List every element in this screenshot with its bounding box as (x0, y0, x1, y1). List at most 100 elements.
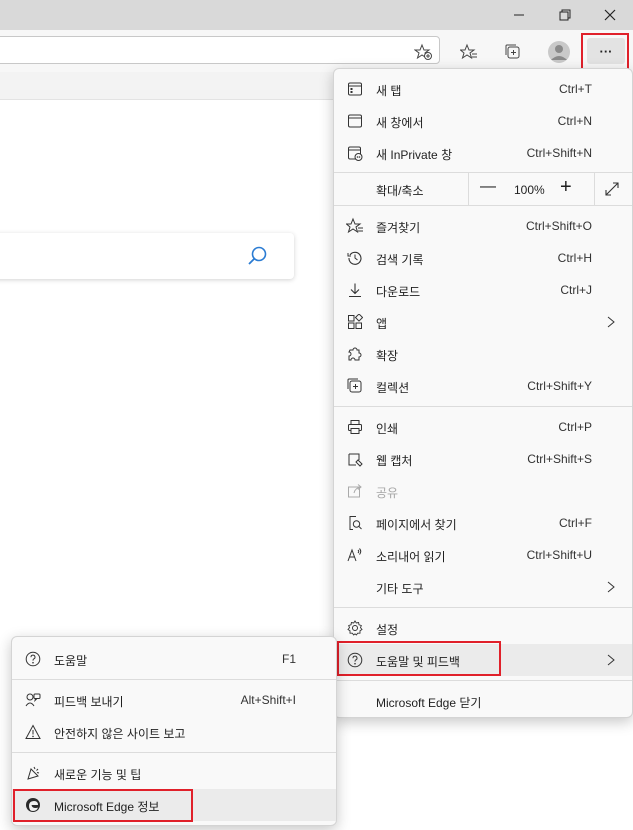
page-search-box[interactable] (0, 233, 294, 279)
menu-label: 인쇄 (376, 422, 399, 436)
shortcut: Ctrl+Shift+Y (527, 379, 592, 393)
help-icon (25, 651, 41, 667)
menu-label: 페이지에서 찾기 (376, 518, 457, 532)
menu-separator (334, 406, 632, 407)
menu-label: 새 창에서 (376, 116, 424, 130)
menu-item-help-feedback[interactable]: 도움말 및 피드백 (334, 644, 632, 676)
menu-item-collections[interactable]: 컬렉션 Ctrl+Shift+Y (334, 370, 632, 402)
shortcut: Ctrl+F (559, 516, 592, 530)
menu-item-share[interactable]: 공유 (334, 475, 632, 507)
favorites-button[interactable] (456, 39, 482, 65)
menu-label: 확장 (376, 349, 399, 363)
extensions-icon (348, 347, 362, 361)
download-icon (349, 283, 361, 297)
menu-item-new-window[interactable]: 새 창에서 Ctrl+N (334, 105, 632, 137)
profile-button[interactable] (546, 39, 572, 65)
zoom-out-button[interactable]: — (480, 178, 496, 196)
settings-menu: 새 탭 Ctrl+T 새 창에서 Ctrl+N 새 InPrivate 창 Ct… (333, 68, 633, 718)
whats-new-icon (27, 766, 40, 780)
find-icon (349, 516, 362, 530)
collections-icon (505, 44, 520, 59)
settings-icon (347, 620, 363, 636)
menu-label: 도움말 및 피드백 (376, 655, 460, 669)
more-icon: ··· (599, 43, 613, 59)
menu-item-history[interactable]: 검색 기록 Ctrl+H (334, 242, 632, 274)
menu-item-favorites[interactable]: 즐겨찾기 Ctrl+Shift+O (334, 210, 632, 242)
chevron-right-icon (607, 316, 615, 328)
menu-label: Microsoft Edge 닫기 (376, 696, 482, 710)
menu-label: 즐겨찾기 (376, 221, 421, 235)
feedback-icon (25, 693, 41, 707)
apps-icon (348, 314, 363, 329)
menu-label: 확대/축소 (376, 184, 424, 198)
menu-label: Microsoft Edge 정보 (54, 800, 160, 814)
collections-icon (347, 378, 362, 393)
print-icon (348, 420, 362, 434)
menu-item-read-aloud[interactable]: 소리내어 읽기 Ctrl+Shift+U (334, 539, 632, 571)
menu-item-help[interactable]: 도움말 F1 (12, 643, 336, 675)
menu-item-downloads[interactable]: 다운로드 Ctrl+J (334, 274, 632, 306)
menu-label: 웹 캡처 (376, 454, 413, 468)
menu-item-web-capture[interactable]: 웹 캡처 Ctrl+Shift+S (334, 443, 632, 475)
menu-item-close-edge[interactable]: Microsoft Edge 닫기 (334, 685, 632, 717)
warning-icon (25, 724, 41, 739)
shortcut: Ctrl+Shift+U (526, 548, 592, 562)
profile-avatar (548, 41, 570, 63)
menu-label: 소리내어 읽기 (376, 550, 446, 564)
collections-button[interactable] (500, 39, 526, 65)
chevron-right-icon (607, 581, 615, 593)
shortcut: Ctrl+N (557, 114, 592, 128)
menu-item-print[interactable]: 인쇄 Ctrl+P (334, 411, 632, 443)
share-icon (348, 484, 362, 498)
minimize-button[interactable] (496, 0, 542, 30)
menu-label: 다운로드 (376, 285, 421, 299)
menu-item-report-unsafe-site[interactable]: 안전하지 않은 사이트 보고 (12, 716, 336, 748)
close-icon (604, 9, 616, 21)
shortcut: Ctrl+Shift+O (525, 219, 592, 233)
more-button[interactable]: ··· (587, 38, 625, 64)
favorites-icon (346, 217, 363, 234)
menu-item-new-tab[interactable]: 새 탭 Ctrl+T (334, 73, 632, 105)
history-icon (347, 251, 362, 265)
menu-item-find[interactable]: 페이지에서 찾기 Ctrl+F (334, 507, 632, 539)
menu-item-whats-new[interactable]: 새로운 기능 및 팁 (12, 757, 336, 789)
menu-label: 공유 (376, 486, 399, 500)
menu-item-extensions[interactable]: 확장 (334, 338, 632, 370)
search-icon[interactable] (247, 245, 269, 267)
restore-icon (559, 9, 571, 21)
menu-item-settings[interactable]: 설정 (334, 612, 632, 644)
menu-item-new-inprivate[interactable]: 새 InPrivate 창 Ctrl+Shift+N (334, 137, 632, 169)
restore-button[interactable] (542, 0, 588, 30)
fullscreen-icon (605, 182, 619, 196)
menu-label: 컬렉션 (376, 381, 410, 395)
menu-item-about-edge[interactable]: Microsoft Edge 정보 (12, 789, 336, 821)
shortcut: F1 (281, 652, 296, 666)
shortcut: Ctrl+T (559, 82, 592, 96)
menu-item-send-feedback[interactable]: 피드백 보내기 Alt+Shift+I (12, 684, 336, 716)
menu-label: 검색 기록 (376, 253, 424, 267)
menu-label: 안전하지 않은 사이트 보고 (54, 727, 186, 741)
add-favorite-button[interactable] (410, 39, 436, 65)
menu-separator (334, 680, 632, 681)
fullscreen-button[interactable] (604, 181, 620, 197)
zoom-divider (468, 172, 469, 205)
shortcut: Ctrl+Shift+N (526, 146, 592, 160)
menu-separator (12, 752, 336, 753)
zoom-level: 100% (514, 183, 545, 197)
menu-separator (334, 205, 632, 206)
help-submenu: 도움말 F1 피드백 보내기 Alt+Shift+I 안전하지 않은 사이트 보… (11, 636, 337, 826)
address-bar[interactable] (0, 36, 440, 64)
menu-label: 새 InPrivate 창 (376, 148, 453, 162)
zoom-in-button[interactable]: + (560, 176, 572, 199)
shortcut: Ctrl+Shift+S (527, 452, 592, 466)
zoom-divider (594, 172, 595, 205)
shortcut: Ctrl+P (558, 420, 592, 434)
menu-label: 설정 (376, 623, 399, 637)
menu-separator (12, 679, 336, 680)
menu-item-more-tools[interactable]: 기타 도구 (334, 571, 632, 603)
close-button[interactable] (587, 0, 633, 30)
menu-item-apps[interactable]: 앱 (334, 306, 632, 338)
web-capture-icon (348, 453, 363, 467)
new-window-icon (348, 114, 362, 128)
help-icon (347, 652, 363, 668)
